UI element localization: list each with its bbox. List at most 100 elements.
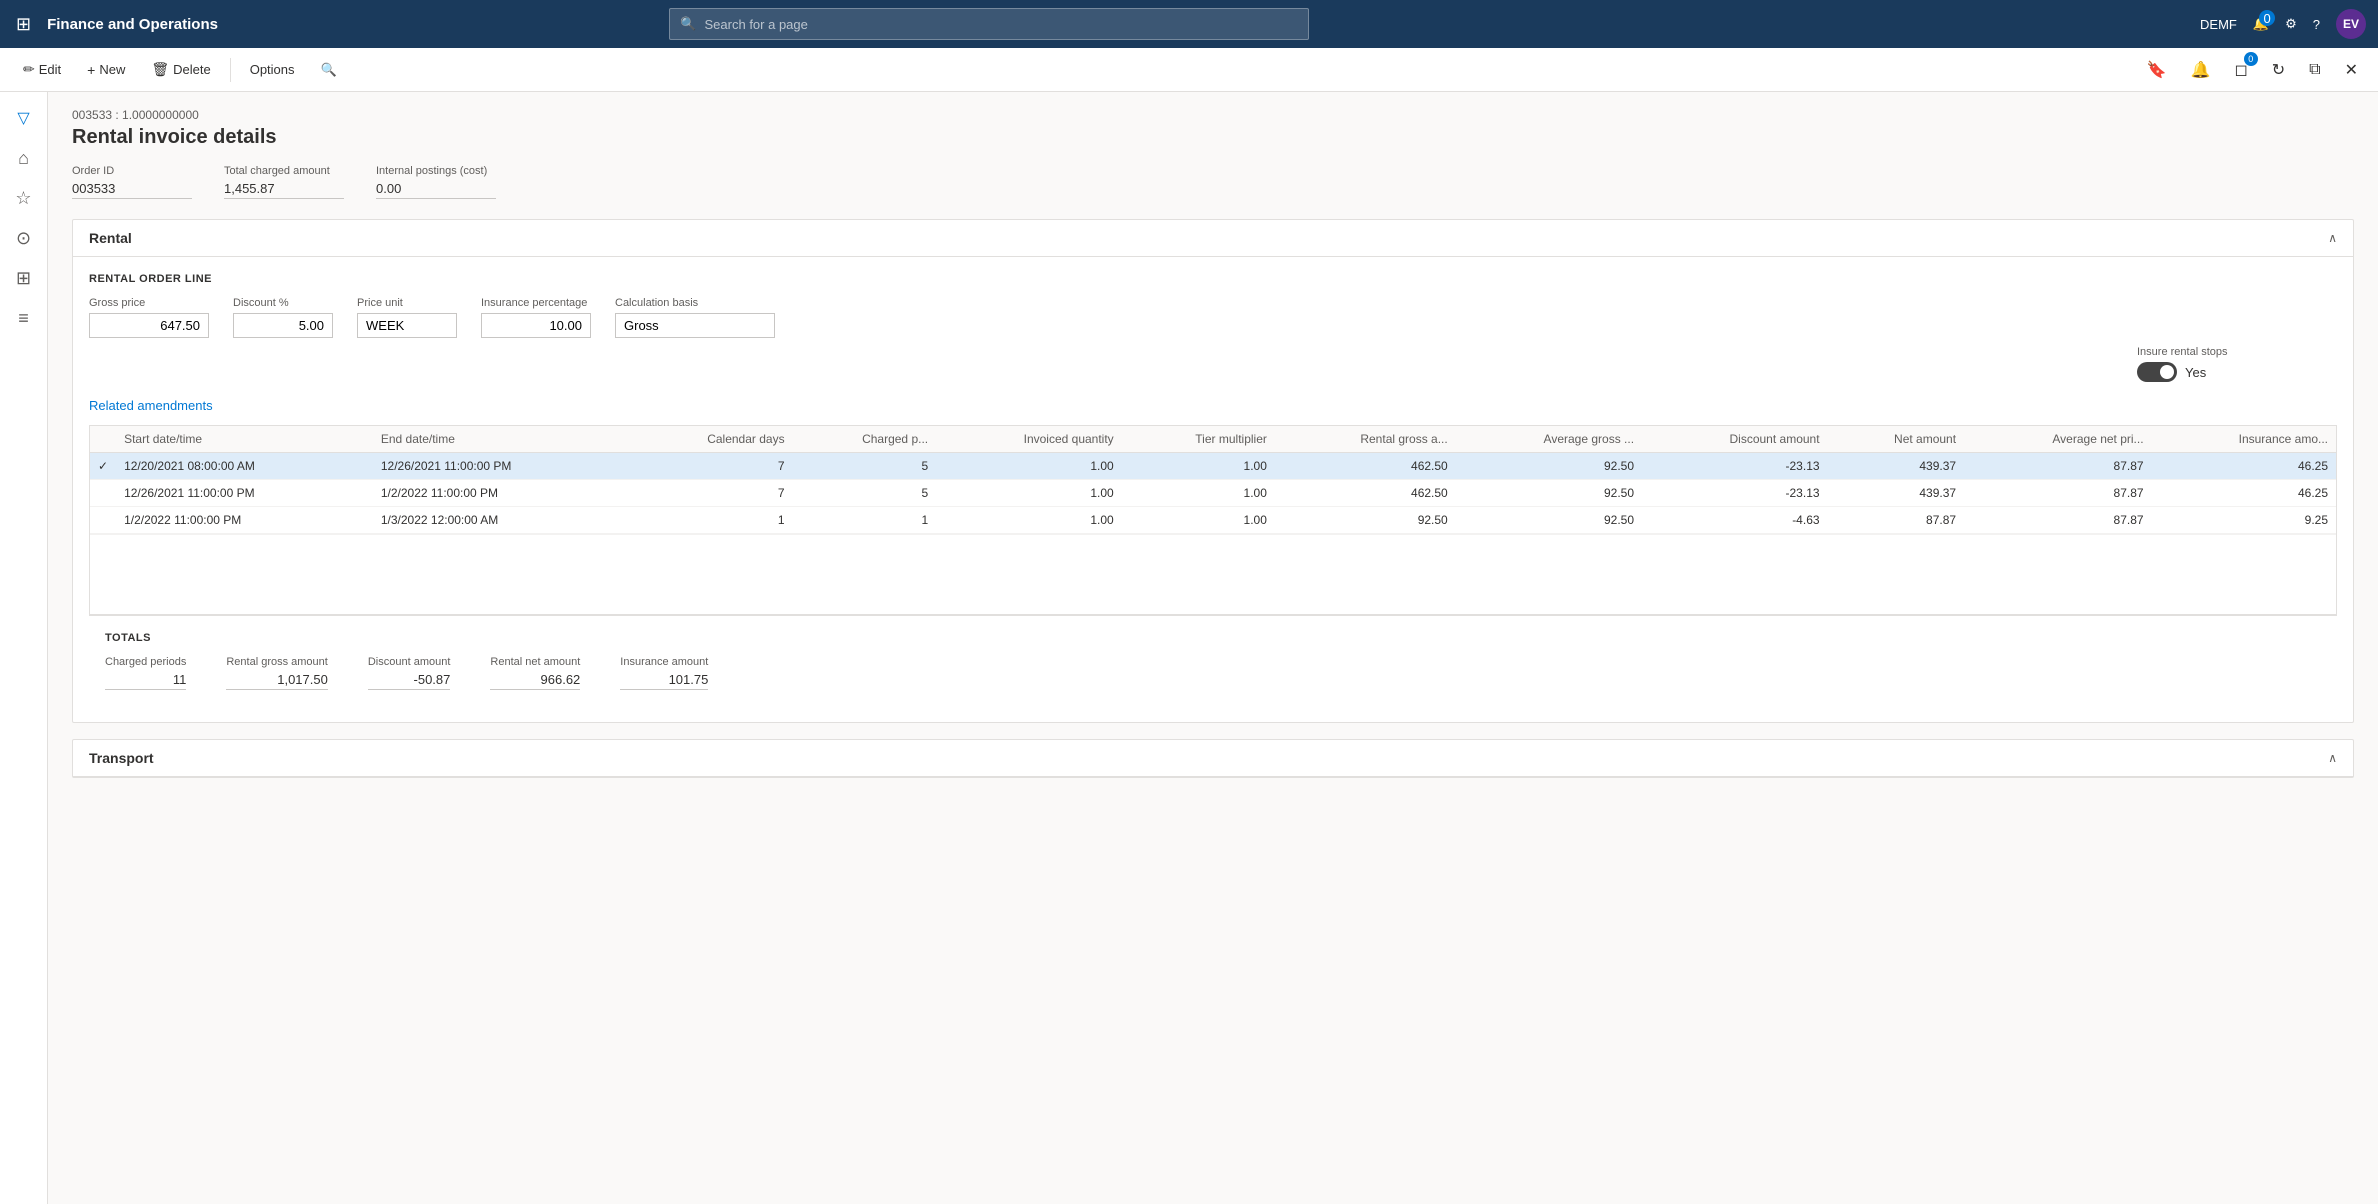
search-toolbar-button[interactable]: 🔍 [310, 57, 348, 83]
charged-periods-label: Charged periods [105, 656, 186, 668]
cell-tierMultiplier: 1.00 [1122, 507, 1275, 534]
cell-chargedP: 5 [793, 453, 937, 480]
toolbar-right: 🔖 🔔 ◻ 0 ↻ ⧉ ✕ [2139, 56, 2366, 84]
cell-averageGross: 92.50 [1456, 480, 1642, 507]
grid-icon[interactable]: ⊞ [12, 10, 35, 39]
insure-rental-toggle[interactable] [2137, 362, 2177, 382]
table-row[interactable]: 12/26/2021 11:00:00 PM1/2/2022 11:00:00 … [90, 480, 2336, 507]
delete-button[interactable]: 🗑 Delete [140, 56, 221, 83]
main-layout: ▽ ⌂ ☆ ⊙ ⊞ ≡ 003533 : 1.0000000000 Rental… [0, 92, 2378, 1204]
cell-averageGross: 92.50 [1456, 453, 1642, 480]
cell-calendarDays: 7 [629, 480, 792, 507]
sidebar-item-home[interactable]: ⌂ [6, 140, 42, 176]
insurance-pct-label: Insurance percentage [481, 297, 591, 309]
cell-calendarDays: 1 [629, 507, 792, 534]
internal-postings-label: Internal postings (cost) [376, 165, 496, 177]
col-net-amount: Net amount [1828, 426, 1965, 453]
insurance-pct-field: Insurance percentage [481, 297, 591, 338]
table-empty-space [90, 534, 2336, 614]
calc-basis-input[interactable] [615, 313, 775, 338]
transport-section: Transport ∧ [72, 739, 2354, 778]
col-calendar-days: Calendar days [629, 426, 792, 453]
totals-title: TOTALS [105, 632, 2321, 644]
breadcrumb: 003533 : 1.0000000000 [72, 108, 2354, 122]
user-avatar[interactable]: EV [2336, 9, 2366, 39]
insurance-amt-label: Insurance amount [620, 656, 708, 668]
new-icon: + [87, 62, 95, 78]
price-unit-field: Price unit [357, 297, 457, 338]
table-row[interactable]: 1/2/2022 11:00:00 PM1/3/2022 12:00:00 AM… [90, 507, 2336, 534]
bookmark-icon[interactable]: 🔖 [2139, 56, 2175, 84]
sidebar-item-workspaces[interactable]: ⊞ [6, 260, 42, 296]
cell-startDateTime: 12/20/2021 08:00:00 AM [116, 453, 373, 480]
cell-chargedP: 5 [793, 480, 937, 507]
sidebar-item-favorites[interactable]: ☆ [6, 180, 42, 216]
related-amendments-link[interactable]: Related amendments [89, 398, 213, 413]
internal-postings-field: Internal postings (cost) 0.00 [376, 165, 496, 199]
cell-invoicedQty: 1.00 [936, 453, 1122, 480]
rental-net-amt-value: 966.62 [490, 672, 580, 690]
options-button[interactable]: Options [239, 57, 306, 82]
filter-icon[interactable]: ▽ [6, 100, 42, 136]
insurance-amt-value: 101.75 [620, 672, 708, 690]
sidebar-item-list[interactable]: ≡ [6, 300, 42, 336]
insure-rental-toggle-container: Yes [2137, 362, 2337, 382]
toolbar-badge: 0 [2244, 52, 2258, 66]
charged-periods-field: Charged periods 11 [105, 656, 186, 690]
close-icon[interactable]: ✕ [2337, 56, 2366, 84]
edit-button[interactable]: ✏ Edit [12, 56, 72, 83]
total-charged-field: Total charged amount 1,455.87 [224, 165, 344, 199]
rental-section-title: Rental [89, 230, 132, 246]
discount-pct-input[interactable] [233, 313, 333, 338]
table-header-row: Start date/time End date/time Calendar d… [90, 426, 2336, 453]
refresh-icon[interactable]: ↻ [2264, 56, 2293, 84]
col-tier-multiplier: Tier multiplier [1122, 426, 1275, 453]
gross-price-field: Gross price [89, 297, 209, 338]
rental-gross-amt-field: Rental gross amount 1,017.50 [226, 656, 328, 690]
new-button[interactable]: + New [76, 57, 136, 83]
insure-rental-toggle-value: Yes [2185, 365, 2206, 380]
rental-section-header[interactable]: Rental ∧ [73, 220, 2353, 257]
col-discount-amount: Discount amount [1642, 426, 1828, 453]
notifications-icon[interactable]: 🔔 0 [2253, 16, 2269, 32]
cell-startDateTime: 12/26/2021 11:00:00 PM [116, 480, 373, 507]
open-new-icon[interactable]: ⧉ [2301, 57, 2328, 83]
totals-section: TOTALS Charged periods 11 Rental gross a… [89, 615, 2337, 706]
rental-section-body: RENTAL ORDER LINE Gross price Discount %… [73, 257, 2353, 722]
cell-invoicedQty: 1.00 [936, 480, 1122, 507]
search-bar[interactable]: 🔍 [669, 8, 1309, 40]
cell-rentalGrossA: 462.50 [1275, 453, 1456, 480]
cell-endDateTime: 1/2/2022 11:00:00 PM [373, 480, 629, 507]
rental-form-row1: Gross price Discount % Price unit Insura… [89, 297, 2337, 338]
cell-calendarDays: 7 [629, 453, 792, 480]
cell-endDateTime: 1/3/2022 12:00:00 AM [373, 507, 629, 534]
transport-section-header[interactable]: Transport ∧ [73, 740, 2353, 777]
total-charged-value: 1,455.87 [224, 181, 344, 199]
price-unit-input[interactable] [357, 313, 457, 338]
sidebar-item-recent[interactable]: ⊙ [6, 220, 42, 256]
rental-net-amt-field: Rental net amount 966.62 [490, 656, 580, 690]
gross-price-input[interactable] [89, 313, 209, 338]
col-start-datetime: Start date/time [116, 426, 373, 453]
insure-rental-stops-label: Insure rental stops [2137, 346, 2337, 358]
insure-rental-stops-group: Insure rental stops Yes [89, 346, 2337, 382]
gross-price-label: Gross price [89, 297, 209, 309]
search-toolbar-icon: 🔍 [321, 62, 337, 78]
col-invoiced-qty: Invoiced quantity [936, 426, 1122, 453]
cell-rentalGrossA: 462.50 [1275, 480, 1456, 507]
col-check [90, 426, 116, 453]
alert-icon[interactable]: 🔔 [2183, 56, 2219, 84]
cell-check [90, 507, 116, 534]
rental-chevron-icon: ∧ [2328, 231, 2337, 245]
insurance-pct-input[interactable] [481, 313, 591, 338]
content-area: 003533 : 1.0000000000 Rental invoice det… [48, 92, 2378, 1204]
search-input[interactable] [705, 17, 1299, 32]
settings-icon[interactable]: ⚙ [2285, 16, 2297, 32]
rental-order-line-title: RENTAL ORDER LINE [89, 273, 2337, 285]
cell-invoicedQty: 1.00 [936, 507, 1122, 534]
toolbar: ✏ Edit + New 🗑 Delete Options 🔍 🔖 🔔 ◻ 0 … [0, 48, 2378, 92]
table-body: ✓12/20/2021 08:00:00 AM12/26/2021 11:00:… [90, 453, 2336, 534]
help-icon[interactable]: ? [2313, 17, 2320, 32]
badge-icon[interactable]: ◻ 0 [2226, 56, 2255, 84]
table-row[interactable]: ✓12/20/2021 08:00:00 AM12/26/2021 11:00:… [90, 453, 2336, 480]
